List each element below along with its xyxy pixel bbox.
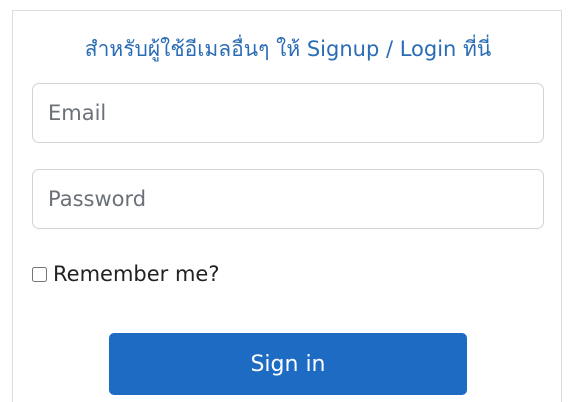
remember-me[interactable]: Remember me? — [32, 262, 219, 286]
password-input[interactable] — [32, 169, 544, 229]
remember-me-checkbox[interactable] — [32, 266, 47, 282]
login-panel: สำหรับผู้ใช้อีเมลอื่นๆ ให้ Signup / Logi… — [12, 10, 562, 402]
login-heading: สำหรับผู้ใช้อีเมลอื่นๆ ให้ Signup / Logi… — [84, 37, 492, 61]
email-input[interactable] — [32, 83, 544, 143]
sign-in-button[interactable]: Sign in — [109, 333, 467, 395]
remember-me-label: Remember me? — [53, 262, 220, 286]
